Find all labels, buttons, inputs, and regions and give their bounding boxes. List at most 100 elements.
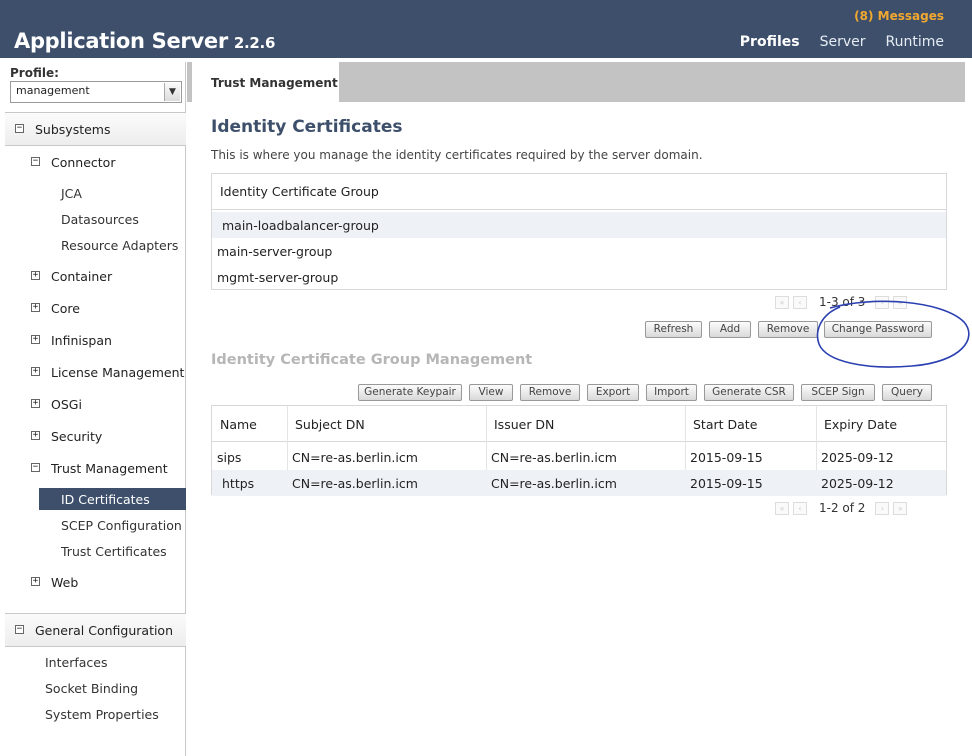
export-button[interactable]: Export	[587, 384, 639, 401]
prev-page-icon[interactable]: ‹	[793, 295, 807, 309]
page-description: This is where you manage the identity ce…	[211, 148, 703, 162]
tree-item-label: ID Certificates	[61, 492, 150, 507]
tree-infinispan-label: Infinispan	[51, 333, 112, 348]
page-title: Identity Certificates	[211, 117, 403, 137]
next-page-icon[interactable]: ›	[875, 501, 890, 515]
table-cell: 2025-09-12	[821, 476, 894, 491]
tree-item-label: Interfaces	[45, 655, 108, 670]
generate-keypair-button[interactable]: Generate Keypair	[358, 384, 462, 401]
top-header: Application Server 2.2.6 (8) Messages Pro…	[0, 0, 972, 58]
column-header[interactable]: Start Date	[693, 417, 757, 432]
column-header[interactable]: Issuer DN	[494, 417, 554, 432]
remove-cert-button[interactable]: Remove	[520, 384, 580, 401]
tree-item-resource-adapters[interactable]: Resource Adapters	[5, 233, 186, 257]
scep-sign-button[interactable]: SCEP Sign	[801, 384, 875, 401]
tree-license-management[interactable]: + License Management	[5, 360, 186, 384]
tree-item-datasources[interactable]: Datasources	[5, 207, 186, 231]
tab-bar: Trust Management	[187, 62, 965, 102]
nav-profiles[interactable]: Profiles	[740, 34, 800, 50]
tree-container[interactable]: + Container	[5, 264, 186, 288]
add-button[interactable]: Add	[709, 321, 751, 338]
table-row[interactable]: sips CN=re-as.berlin.icm CN=re-as.berlin…	[212, 444, 946, 470]
column-header[interactable]: Subject DN	[295, 417, 365, 432]
tree-item-jca[interactable]: JCA	[5, 181, 186, 205]
expand-icon[interactable]: +	[31, 367, 40, 376]
tree-item-label: JCA	[61, 186, 82, 201]
profile-label: Profile:	[10, 66, 59, 80]
tree-item-label: Datasources	[61, 212, 139, 227]
expand-icon[interactable]: +	[31, 303, 40, 312]
nav-server[interactable]: Server	[820, 34, 866, 50]
pager-text: 1-2 of 2	[819, 501, 866, 515]
remove-button[interactable]: Remove	[758, 321, 818, 338]
view-button[interactable]: View	[469, 384, 513, 401]
tree-connector[interactable]: − Connector	[5, 150, 186, 174]
tree-infinispan[interactable]: + Infinispan	[5, 328, 186, 352]
chevron-down-icon[interactable]: ▼	[164, 83, 180, 101]
nav-runtime[interactable]: Runtime	[886, 34, 944, 50]
expand-icon[interactable]: +	[31, 577, 40, 586]
app-version: 2.2.6	[233, 34, 276, 52]
tree-item-trust-certificates[interactable]: Trust Certificates	[5, 539, 186, 563]
tree-item-label: SCEP Configuration	[61, 518, 182, 533]
tree-osgi-label: OSGi	[51, 397, 82, 412]
table-cell: 2015-09-15	[690, 476, 763, 491]
app-name: Application Server	[14, 29, 228, 53]
profile-select[interactable]: management ▼	[10, 81, 182, 103]
query-button[interactable]: Query	[882, 384, 932, 401]
tree-security[interactable]: + Security	[5, 424, 186, 448]
tree-osgi[interactable]: + OSGi	[5, 392, 186, 416]
tree-item-label: System Properties	[45, 707, 159, 722]
section-general-label: General Configuration	[35, 623, 174, 638]
column-header[interactable]: Expiry Date	[824, 417, 897, 432]
collapse-icon[interactable]: −	[15, 625, 24, 634]
tree-item-label: Resource Adapters	[61, 238, 179, 253]
table-row[interactable]: main-server-group	[212, 238, 946, 264]
import-button[interactable]: Import	[646, 384, 697, 401]
tree-core[interactable]: + Core	[5, 296, 186, 320]
tree-item-system-properties[interactable]: System Properties	[5, 702, 186, 726]
certificate-table: Name Subject DN Issuer DN Start Date Exp…	[211, 405, 947, 496]
table-cell: 2015-09-15	[690, 450, 763, 465]
tab-trust-management[interactable]: Trust Management	[192, 62, 339, 102]
profile-select-value: management	[16, 84, 90, 97]
table-cell: mgmt-server-group	[217, 270, 339, 285]
column-header[interactable]: Name	[220, 417, 257, 432]
table-cell: sips	[217, 450, 242, 465]
table-row[interactable]: https CN=re-as.berlin.icm CN=re-as.berli…	[212, 470, 946, 496]
table-row[interactable]: main-loadbalancer-group	[212, 212, 946, 238]
expand-icon[interactable]: +	[31, 399, 40, 408]
table-cell: CN=re-as.berlin.icm	[292, 450, 418, 465]
table-cell: https	[222, 476, 255, 491]
section-general-configuration[interactable]: − General Configuration	[5, 613, 186, 647]
expand-icon[interactable]: +	[31, 335, 40, 344]
top-nav: Profiles Server Runtime	[740, 34, 944, 50]
certificate-group-table: Identity Certificate Group main-loadbala…	[211, 173, 947, 290]
table-row[interactable]: mgmt-server-group	[212, 264, 946, 290]
tree-item-socket-binding[interactable]: Socket Binding	[5, 676, 186, 700]
generate-csr-button[interactable]: Generate CSR	[704, 384, 794, 401]
annotation-circle	[816, 300, 970, 368]
refresh-button[interactable]: Refresh	[645, 321, 702, 338]
collapse-icon[interactable]: −	[31, 157, 40, 166]
messages-link[interactable]: (8) Messages	[854, 9, 944, 23]
expand-icon[interactable]: +	[31, 431, 40, 440]
section-subsystems[interactable]: − Subsystems	[5, 112, 186, 146]
tree-web-label: Web	[51, 575, 79, 590]
tree-container-label: Container	[51, 269, 113, 284]
prev-page-icon[interactable]: ‹	[793, 501, 807, 515]
first-page-icon[interactable]: «	[775, 501, 789, 515]
table-cell: 2025-09-12	[821, 450, 894, 465]
collapse-icon[interactable]: −	[31, 463, 40, 472]
table-cell: main-server-group	[217, 244, 333, 259]
last-page-icon[interactable]: »	[893, 501, 908, 515]
section-subsystems-label: Subsystems	[35, 122, 111, 137]
expand-icon[interactable]: +	[31, 271, 40, 280]
tree-trust-management[interactable]: − Trust Management	[5, 456, 186, 480]
tree-web[interactable]: + Web	[5, 570, 186, 594]
first-page-icon[interactable]: «	[775, 295, 789, 309]
tree-item-interfaces[interactable]: Interfaces	[5, 650, 186, 674]
tree-item-id-certificates[interactable]: ID Certificates	[39, 488, 186, 510]
tree-item-scep-configuration[interactable]: SCEP Configuration	[5, 513, 186, 537]
collapse-icon[interactable]: −	[15, 124, 24, 133]
